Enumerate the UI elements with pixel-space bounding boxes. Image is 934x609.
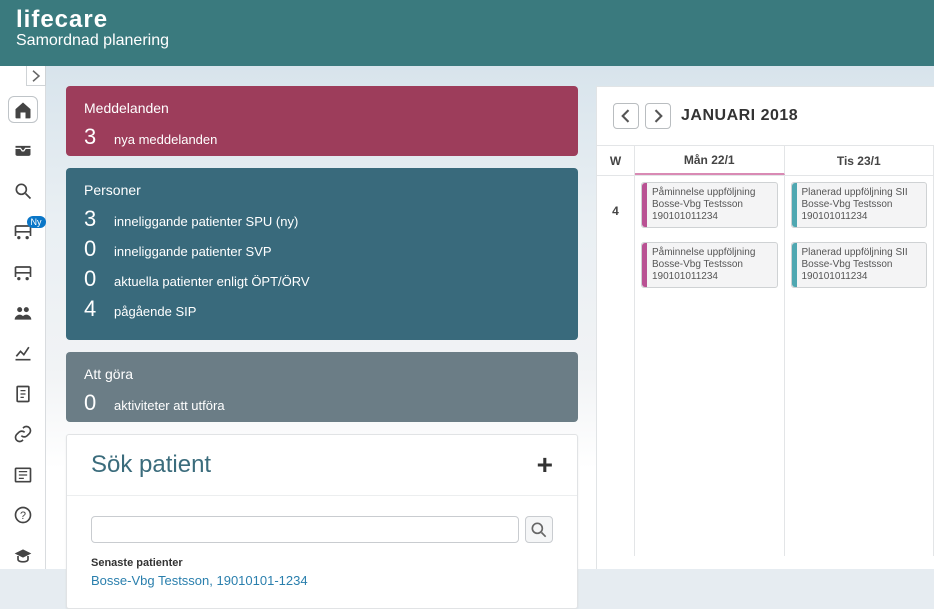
- search-icon: [529, 520, 549, 540]
- nav-document[interactable]: [8, 380, 38, 407]
- todo-card[interactable]: Att göra 0 aktiviteter att utföra: [66, 352, 578, 422]
- calendar-prev-button[interactable]: [613, 103, 639, 129]
- todo-count: 0: [84, 390, 114, 416]
- link-icon: [13, 424, 33, 444]
- week-number: 4: [597, 176, 635, 556]
- day-cell-tue: Planerad uppföljning SII Bosse-Vbg Tests…: [785, 176, 934, 556]
- nav-inbox[interactable]: [8, 137, 38, 164]
- svg-text:?: ?: [19, 510, 25, 522]
- messages-count: 3: [84, 124, 114, 150]
- nav-cart1[interactable]: Ny: [8, 218, 38, 245]
- users-icon: [13, 303, 33, 323]
- help-icon: ?: [13, 505, 33, 525]
- persons-card-title: Personer: [84, 182, 560, 198]
- search-icon: [13, 181, 33, 201]
- day-header: Mån 22/1: [635, 146, 785, 175]
- nav-cart2[interactable]: [8, 259, 38, 286]
- nav-users[interactable]: [8, 299, 38, 326]
- home-icon: [13, 100, 33, 120]
- chevron-right-icon: [648, 106, 668, 126]
- graduation-icon: [13, 546, 33, 566]
- recent-patients-label: Senaste patienter: [91, 557, 553, 569]
- nav-analytics[interactable]: [8, 340, 38, 367]
- messages-label: nya meddelanden: [114, 132, 217, 147]
- calendar-event[interactable]: Planerad uppföljning SII Bosse-Vbg Tests…: [791, 182, 928, 228]
- week-label-header: W: [597, 146, 635, 175]
- inbox-icon: [13, 140, 33, 160]
- nav-links[interactable]: [8, 421, 38, 448]
- document-icon: [13, 384, 33, 404]
- add-patient-button[interactable]: +: [537, 449, 553, 481]
- day-cell-mon: Påminnelse uppföljning Bosse-Vbg Testsso…: [635, 176, 785, 556]
- persons-card[interactable]: Personer 3inneliggande patienter SPU (ny…: [66, 168, 578, 340]
- calendar-event[interactable]: Påminnelse uppföljning Bosse-Vbg Testsso…: [641, 242, 778, 288]
- chart-line-icon: [13, 343, 33, 363]
- todo-label: aktiviteter att utföra: [114, 398, 225, 413]
- newspaper-icon: [13, 465, 33, 485]
- messages-card[interactable]: Meddelanden 3 nya meddelanden: [66, 86, 578, 156]
- nav-badge-new: Ny: [27, 216, 46, 228]
- chevron-right-icon: [27, 66, 45, 86]
- recent-patient-link[interactable]: Bosse-Vbg Testsson, 19010101-1234: [91, 573, 553, 588]
- sidebar-toggle[interactable]: [26, 66, 46, 86]
- sidebar: Ny ?: [0, 66, 46, 569]
- brand-logo: lifecare: [16, 6, 918, 34]
- bed-icon: [13, 262, 33, 282]
- calendar-event[interactable]: Påminnelse uppföljning Bosse-Vbg Testsso…: [641, 182, 778, 228]
- nav-education[interactable]: [8, 542, 38, 569]
- nav-help[interactable]: ?: [8, 502, 38, 529]
- nav-home[interactable]: [8, 96, 38, 123]
- calendar-month: JANUARI 2018: [681, 107, 798, 125]
- search-patient-card: Sök patient + Senaste patienter Bosse-Vb…: [66, 434, 578, 609]
- calendar-event[interactable]: Planerad uppföljning SII Bosse-Vbg Tests…: [791, 242, 928, 288]
- search-input[interactable]: [91, 516, 519, 543]
- search-button[interactable]: [525, 516, 553, 543]
- search-heading: Sök patient: [91, 451, 211, 479]
- messages-card-title: Meddelanden: [84, 100, 560, 116]
- nav-search[interactable]: [8, 178, 38, 205]
- chevron-left-icon: [616, 106, 636, 126]
- calendar-next-button[interactable]: [645, 103, 671, 129]
- day-header: Tis 23/1: [785, 146, 934, 175]
- brand-subtitle: Samordnad planering: [16, 32, 918, 50]
- calendar-panel: JANUARI 2018 W Mån 22/1 Tis 23/1 4 Påmin…: [596, 86, 934, 569]
- todo-card-title: Att göra: [84, 366, 560, 382]
- app-header: lifecare Samordnad planering: [0, 0, 934, 66]
- nav-news[interactable]: [8, 461, 38, 488]
